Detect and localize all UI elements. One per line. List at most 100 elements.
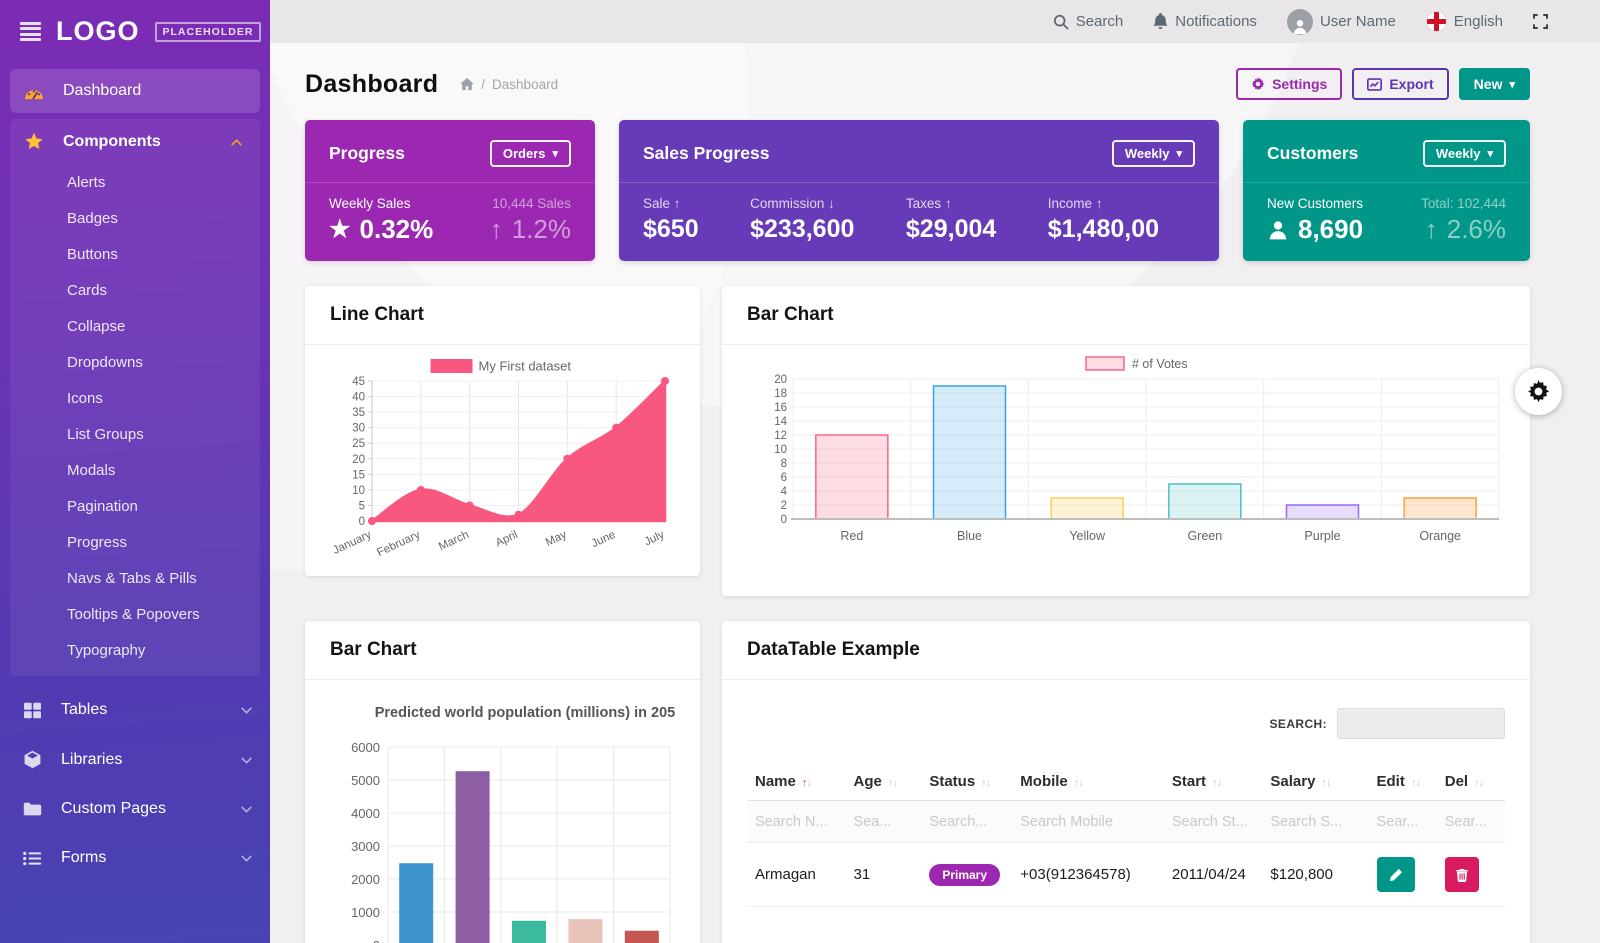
sidebar-item-dashboard[interactable]: Dashboard <box>10 69 260 113</box>
sort-icon: ↑↓ <box>802 777 811 789</box>
filter-row <box>747 801 1505 843</box>
sidebar-item-icons[interactable]: Icons <box>10 380 260 416</box>
column-header-salary[interactable]: Salary↑↓ <box>1262 763 1368 801</box>
svg-text:4: 4 <box>781 486 788 498</box>
search-icon <box>1053 14 1069 30</box>
svg-text:July: July <box>643 529 667 549</box>
svg-text:Yellow: Yellow <box>1069 529 1106 543</box>
sidebar-nav: Dashboard Components AlertsBadgesButtons… <box>0 69 270 882</box>
list-icon <box>20 851 44 866</box>
column-header-del[interactable]: Del↑↓ <box>1437 763 1505 801</box>
caret-down-icon: ▾ <box>1176 147 1182 160</box>
export-button[interactable]: Export <box>1352 68 1448 100</box>
column-header-start[interactable]: Start↑↓ <box>1164 763 1263 801</box>
edit-button[interactable] <box>1377 857 1415 892</box>
filter-input-mobile[interactable] <box>1020 814 1149 830</box>
column-header-name[interactable]: Name↑↓ <box>747 763 846 801</box>
metric-income: Income ↑ $1,480,00 <box>1048 196 1159 244</box>
orders-dropdown[interactable]: Orders▾ <box>490 140 571 167</box>
topbar: Search Notifications User Name English <box>270 0 1600 43</box>
column-header-status[interactable]: Status↑↓ <box>921 763 1012 801</box>
home-icon[interactable] <box>460 78 474 91</box>
filter-input-age[interactable] <box>854 814 911 830</box>
language-menu[interactable]: English <box>1426 11 1503 32</box>
settings-button[interactable]: Settings <box>1236 68 1342 100</box>
cell-salary: $120,800 <box>1262 843 1368 907</box>
fullscreen-icon[interactable] <box>1533 14 1548 29</box>
filter-input-salary[interactable] <box>1270 814 1356 830</box>
sidebar-item-tooltips-popovers[interactable]: Tooltips & Popovers <box>10 596 260 632</box>
filter-input-name[interactable] <box>755 814 833 830</box>
sidebar-item-badges[interactable]: Badges <box>10 200 260 236</box>
search-menu[interactable]: Search <box>1053 13 1124 30</box>
table-icon <box>20 702 44 719</box>
sidebar-item-forms[interactable]: Forms <box>0 834 270 882</box>
filter-input-start[interactable] <box>1172 814 1250 830</box>
language-label: English <box>1454 13 1503 30</box>
sort-icon: ↑↓ <box>1321 777 1330 789</box>
new-button[interactable]: New▾ <box>1459 68 1530 100</box>
user-menu[interactable]: User Name <box>1287 9 1396 35</box>
sidebar-item-typography[interactable]: Typography <box>10 632 260 668</box>
filter-input-edit[interactable] <box>1377 814 1427 830</box>
sidebar-item-navs-tabs-pills[interactable]: Navs & Tabs & Pills <box>10 560 260 596</box>
gear-icon <box>1251 77 1265 91</box>
sidebar-item-alerts[interactable]: Alerts <box>10 164 260 200</box>
filter-input-status[interactable] <box>929 814 1000 830</box>
sidebar-item-collapse[interactable]: Collapse <box>10 308 260 344</box>
weekly-dropdown[interactable]: Weekly▾ <box>1423 140 1506 167</box>
user-name-label: User Name <box>1320 13 1396 30</box>
card-title: Progress <box>329 143 405 164</box>
svg-text:June: June <box>590 529 618 550</box>
sidebar-item-components[interactable]: Components <box>10 119 260 164</box>
svg-text:10: 10 <box>774 444 787 456</box>
cell-status: Primary <box>921 843 1012 907</box>
arrow-up-icon: ↑ <box>674 196 681 211</box>
datatable: Name↑↓Age↑↓Status↑↓Mobile↑↓Start↑↓Salary… <box>747 763 1505 907</box>
settings-fab[interactable] <box>1515 368 1562 415</box>
svg-text:35: 35 <box>352 407 365 419</box>
sidebar-item-dropdowns[interactable]: Dropdowns <box>10 344 260 380</box>
delete-button[interactable] <box>1445 857 1479 892</box>
weekly-sales-label: Weekly Sales <box>329 196 433 211</box>
column-header-mobile[interactable]: Mobile↑↓ <box>1012 763 1164 801</box>
avatar <box>1287 9 1313 35</box>
svg-text:6000: 6000 <box>351 740 380 755</box>
column-header-age[interactable]: Age↑↓ <box>846 763 922 801</box>
filter-input-del[interactable] <box>1445 814 1495 830</box>
sidebar-item-modals[interactable]: Modals <box>10 452 260 488</box>
column-header-edit[interactable]: Edit↑↓ <box>1369 763 1437 801</box>
card-title: Bar Chart <box>722 286 1530 345</box>
arrow-up-icon: ↑ <box>490 214 503 245</box>
svg-text:5: 5 <box>359 500 365 512</box>
sidebar-item-cards[interactable]: Cards <box>10 272 260 308</box>
table-search-input[interactable] <box>1337 708 1505 739</box>
content: Dashboard / Dashboard Settings Export Ne… <box>270 43 1600 943</box>
sidebar-item-custom-pages[interactable]: Custom Pages <box>0 785 270 833</box>
sidebar-item-list-groups[interactable]: List Groups <box>10 416 260 452</box>
sidebar-item-libraries[interactable]: Libraries <box>0 735 270 784</box>
svg-text:Purple: Purple <box>1304 529 1340 543</box>
svg-text:15: 15 <box>352 469 365 481</box>
sidebar-item-progress[interactable]: Progress <box>10 524 260 560</box>
menu-toggle-icon[interactable] <box>20 22 41 42</box>
england-flag-icon <box>1426 11 1447 32</box>
svg-text:May: May <box>544 529 569 549</box>
caret-down-icon: ▾ <box>1487 147 1493 160</box>
weekly-sales-value: 0.32% <box>360 214 434 245</box>
svg-text:# of Votes: # of Votes <box>1132 357 1188 371</box>
chevron-down-icon <box>241 800 252 818</box>
svg-text:2: 2 <box>781 500 787 512</box>
gear-icon <box>1527 380 1550 403</box>
sidebar-item-tables[interactable]: Tables <box>0 686 270 734</box>
notifications-menu[interactable]: Notifications <box>1153 13 1257 30</box>
svg-text:Predicted world population (mi: Predicted world population (millions) in… <box>375 705 675 721</box>
new-customers-label: New Customers <box>1267 196 1363 211</box>
total-sales-label: 10,444 Sales <box>490 196 571 211</box>
sidebar-item-buttons[interactable]: Buttons <box>10 236 260 272</box>
svg-text:3000: 3000 <box>351 839 380 854</box>
weekly-dropdown[interactable]: Weekly▾ <box>1112 140 1195 167</box>
cell-age: 31 <box>846 843 922 907</box>
sidebar-item-pagination[interactable]: Pagination <box>10 488 260 524</box>
total-customers-label: Total: 102,444 <box>1421 196 1506 211</box>
